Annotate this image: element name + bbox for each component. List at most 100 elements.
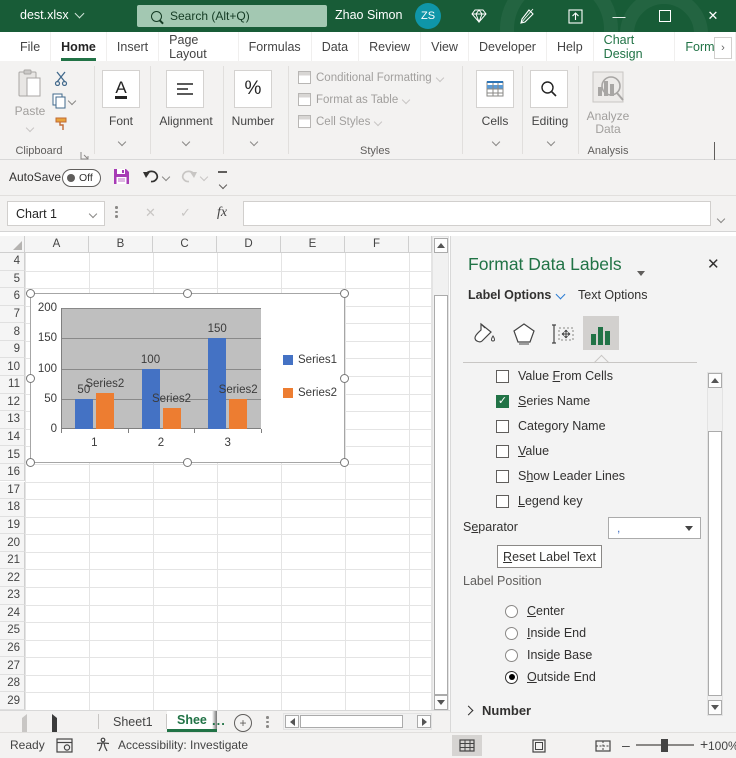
conditional-formatting-button[interactable]: Conditional Formatting [298,71,443,84]
row-header-18[interactable]: 18 [0,499,25,517]
cell-styles-button[interactable]: Cell Styles [298,115,381,128]
effects-icon-tab[interactable] [506,316,542,350]
chart-bar-series2[interactable] [229,399,247,429]
row-header-13[interactable]: 13 [0,411,25,429]
radio-inside-base[interactable]: Inside Base [505,648,592,662]
row-header-10[interactable]: 10 [0,358,25,376]
ribbon-tab-view[interactable]: View [421,32,469,61]
scroll-down-button[interactable] [708,700,722,715]
enter-formula-icon[interactable]: ✓ [180,205,191,221]
row-header-28[interactable]: 28 [0,675,25,693]
row-header-17[interactable]: 17 [0,482,25,500]
row-header-8[interactable]: 8 [0,323,25,341]
checkbox-value[interactable]: Value [496,444,549,458]
row-header-27[interactable]: 27 [0,657,25,675]
checkbox-box[interactable] [496,470,509,483]
analyze-data-button[interactable]: AnalyzeData [586,69,630,136]
redo-button[interactable] [180,169,207,184]
scroll-up-button[interactable] [434,238,448,253]
checkbox-box[interactable] [496,420,509,433]
chart-resize-handle[interactable] [26,458,35,467]
chart-resize-handle[interactable] [340,289,349,298]
checkbox-series-name[interactable]: ✓Series Name [496,394,590,408]
row-header-24[interactable]: 24 [0,605,25,623]
sheet-tab-active[interactable]: Shee [167,711,217,732]
radio-outside-end[interactable]: Outside End [505,670,596,684]
user-name[interactable]: Zhao Simon [335,8,402,22]
pane-dropdown-chevron-icon[interactable] [637,263,645,281]
legend-item-series1[interactable]: Series1 [283,354,337,366]
chart-resize-handle[interactable] [340,374,349,383]
chart-resize-handle[interactable] [183,458,192,467]
chart-resize-handle[interactable] [26,374,35,383]
save-button[interactable] [113,168,130,190]
tab-text-options[interactable]: Text Options [578,288,647,302]
separator-dropdown[interactable]: , [608,517,701,539]
pop-out-window-icon[interactable] [566,7,584,25]
column-header-A[interactable]: A [25,236,89,253]
customize-qat-button[interactable] [218,171,227,193]
row-header-29[interactable]: 29 [0,692,25,710]
undo-button[interactable] [142,169,169,184]
scroll-right-button[interactable] [417,715,431,728]
gem-feature-icon[interactable] [470,7,488,25]
ribbon-tab-formulas[interactable]: Formulas [239,32,312,61]
user-avatar[interactable]: ZS [415,3,441,29]
scrollbar-thumb[interactable] [434,295,448,695]
ribbon-tab-page-layout[interactable]: Page Layout [159,32,238,61]
radio-button[interactable] [505,605,518,618]
macro-record-button[interactable] [56,738,73,756]
horizontal-scrollbar[interactable] [283,713,432,730]
row-header-19[interactable]: 19 [0,517,25,535]
column-header-E[interactable]: E [281,236,345,253]
sheet-tab-sheet1[interactable]: Sheet1 [103,711,163,732]
data-label[interactable]: 150 [187,323,247,335]
row-header-23[interactable]: 23 [0,587,25,605]
chart-object[interactable]: 05010015020050Series21100Series22150Seri… [30,293,345,463]
row-header-26[interactable]: 26 [0,640,25,658]
column-header-C[interactable]: C [153,236,217,253]
radio-button[interactable] [505,671,518,684]
scroll-down-button[interactable] [434,695,448,710]
close-button[interactable]: ✕ [696,0,730,32]
row-header-20[interactable]: 20 [0,534,25,552]
zoom-slider-thumb[interactable] [661,739,668,752]
select-all-corner[interactable] [0,236,25,253]
cells-group-button[interactable] [476,70,514,108]
legend-item-series2[interactable]: Series2 [283,387,337,399]
cancel-formula-icon[interactable]: ✕ [145,205,156,221]
ribbon-tab-file[interactable]: File [10,32,51,61]
radio-button[interactable] [505,649,518,662]
accessibility-status[interactable]: Accessibility: Investigate [118,738,248,752]
grid-vertical-scrollbar[interactable] [432,236,449,710]
format-as-table-button[interactable]: Format as Table [298,93,409,106]
row-header-9[interactable]: 9 [0,341,25,359]
row-header-4[interactable]: 4 [0,253,25,271]
checkbox-box[interactable] [496,370,509,383]
scrollbar-thumb[interactable] [708,431,722,696]
checkbox-category-name[interactable]: Category Name [496,419,606,433]
tab-label-options[interactable]: Label Options [468,288,564,302]
zoom-in-button[interactable]: + [700,736,708,752]
accessibility-icon[interactable] [95,737,111,756]
data-label[interactable]: Series2 [75,378,135,390]
checkbox-legend-key[interactable]: Legend key [496,494,583,508]
chart-resize-handle[interactable] [183,289,192,298]
column-header-partial[interactable] [409,236,432,253]
pane-scrollbar[interactable] [707,372,723,716]
column-header-F[interactable]: F [345,236,409,253]
name-box[interactable]: Chart 1 [7,201,105,226]
reset-label-text-button[interactable]: Reset Label Text [497,545,602,568]
data-label[interactable]: 100 [121,354,181,366]
row-header-6[interactable]: 6 [0,288,25,306]
minimize-button[interactable]: — [602,0,636,32]
number-group-button[interactable]: % [234,70,272,108]
checkbox-show-leader-lines[interactable]: Show Leader Lines [496,469,625,483]
checkbox-box[interactable] [496,495,509,508]
row-header-15[interactable]: 15 [0,446,25,464]
expand-formula-bar-chevron-icon[interactable] [718,209,724,227]
ribbon-tab-developer[interactable]: Developer [469,32,547,61]
chart-bar-series2[interactable] [96,393,114,429]
checkbox-box[interactable]: ✓ [496,395,509,408]
row-header-11[interactable]: 11 [0,376,25,394]
